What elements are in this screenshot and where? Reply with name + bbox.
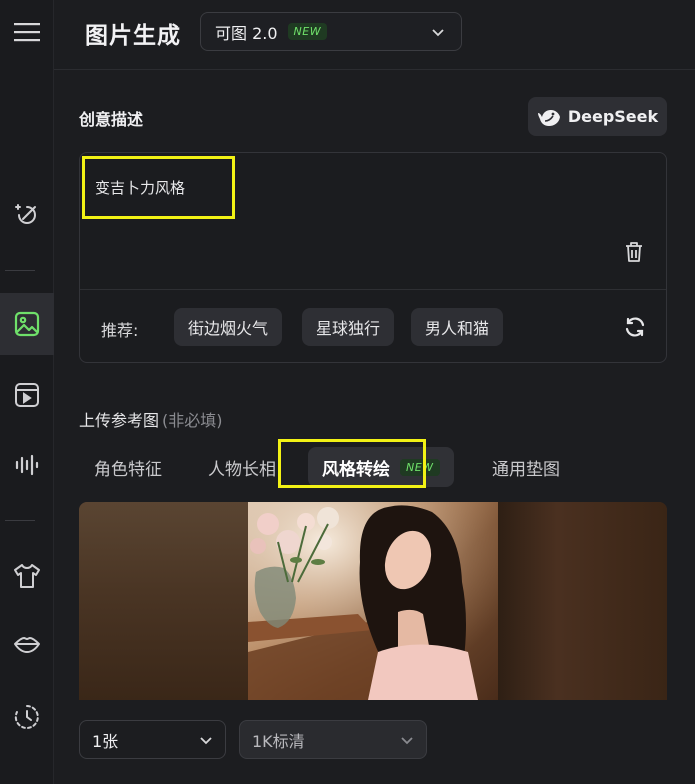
upload-hint: (非必填) — [162, 411, 223, 430]
menu-button[interactable] — [0, 1, 54, 63]
count-value: 1张 — [92, 731, 119, 751]
lips-icon — [14, 637, 40, 653]
model-select[interactable]: 可图 2.0 NEW — [200, 12, 462, 51]
image-icon — [14, 311, 40, 337]
sidebar-item-video[interactable] — [0, 364, 54, 426]
sidebar-item-magic[interactable] — [0, 184, 54, 246]
header: 图片生成 可图 2.0 NEW — [54, 0, 695, 70]
refresh-icon[interactable] — [624, 316, 646, 338]
suggestion-chip[interactable]: 星球独行 — [302, 308, 395, 346]
prompt-divider — [80, 289, 666, 290]
sidebar-item-history[interactable] — [0, 686, 54, 748]
shirt-icon — [14, 564, 40, 588]
deepseek-label: DeepSeek — [567, 107, 659, 126]
tab-face-likeness[interactable]: 人物长相 — [208, 447, 276, 487]
sidebar-item-lips[interactable] — [0, 614, 54, 676]
tab-style-transfer[interactable]: 风格转绘 NEW — [308, 447, 454, 487]
suggestion-chip[interactable]: 男人和猫 — [411, 308, 504, 346]
upload-section-label: 上传参考图 (非必填) — [79, 407, 223, 431]
deepseek-icon — [537, 109, 560, 126]
reference-photo — [248, 502, 498, 700]
history-icon — [14, 705, 39, 729]
quality-select[interactable]: 1K标清 — [239, 720, 427, 759]
tab-label: 风格转绘 — [322, 459, 390, 480]
quality-value: 1K标清 — [252, 731, 305, 751]
sidebar-item-audio[interactable] — [0, 434, 54, 496]
sidebar-divider — [5, 270, 35, 271]
tab-character-features[interactable]: 角色特征 — [94, 447, 162, 487]
recommend-label: 推荐: — [101, 321, 139, 340]
reference-image-preview[interactable] — [79, 502, 667, 700]
sidebar-divider — [5, 520, 35, 521]
prompt-text: 变吉卜力风格 — [95, 179, 186, 197]
audio-wave-icon — [15, 454, 39, 476]
chevron-down-icon — [200, 737, 212, 745]
sidebar-item-clothing[interactable] — [0, 545, 54, 607]
suggestion-chip[interactable]: 街边烟火气 — [174, 308, 283, 346]
main-panel: 图片生成 可图 2.0 NEW 创意描述 DeepSeek 变吉卜力风格 推荐:… — [54, 0, 695, 784]
prompt-textarea[interactable]: 变吉卜力风格 推荐: 街边烟火气 星球独行 男人和猫 — [79, 152, 667, 363]
photo-illustration — [248, 502, 498, 700]
image-blur-right — [498, 502, 667, 700]
new-badge: NEW — [287, 23, 328, 40]
prompt-section-label: 创意描述 — [79, 110, 144, 129]
trash-icon[interactable] — [624, 241, 644, 263]
page-title: 图片生成 — [85, 23, 181, 49]
model-name: 可图 2.0 — [215, 23, 278, 43]
tab-general-reference[interactable]: 通用垫图 — [492, 447, 560, 487]
upload-label-text: 上传参考图 — [79, 411, 160, 430]
chevron-down-icon — [432, 29, 444, 37]
new-badge: NEW — [400, 458, 440, 476]
video-icon — [15, 383, 39, 407]
menu-icon — [14, 23, 40, 42]
magic-wand-icon — [15, 204, 36, 224]
sidebar-item-image[interactable] — [0, 293, 54, 355]
deepseek-button[interactable]: DeepSeek — [528, 97, 667, 136]
count-select[interactable]: 1张 — [79, 720, 226, 759]
chevron-down-icon — [401, 737, 413, 745]
sidebar — [0, 0, 54, 784]
image-blur-left — [79, 502, 248, 700]
